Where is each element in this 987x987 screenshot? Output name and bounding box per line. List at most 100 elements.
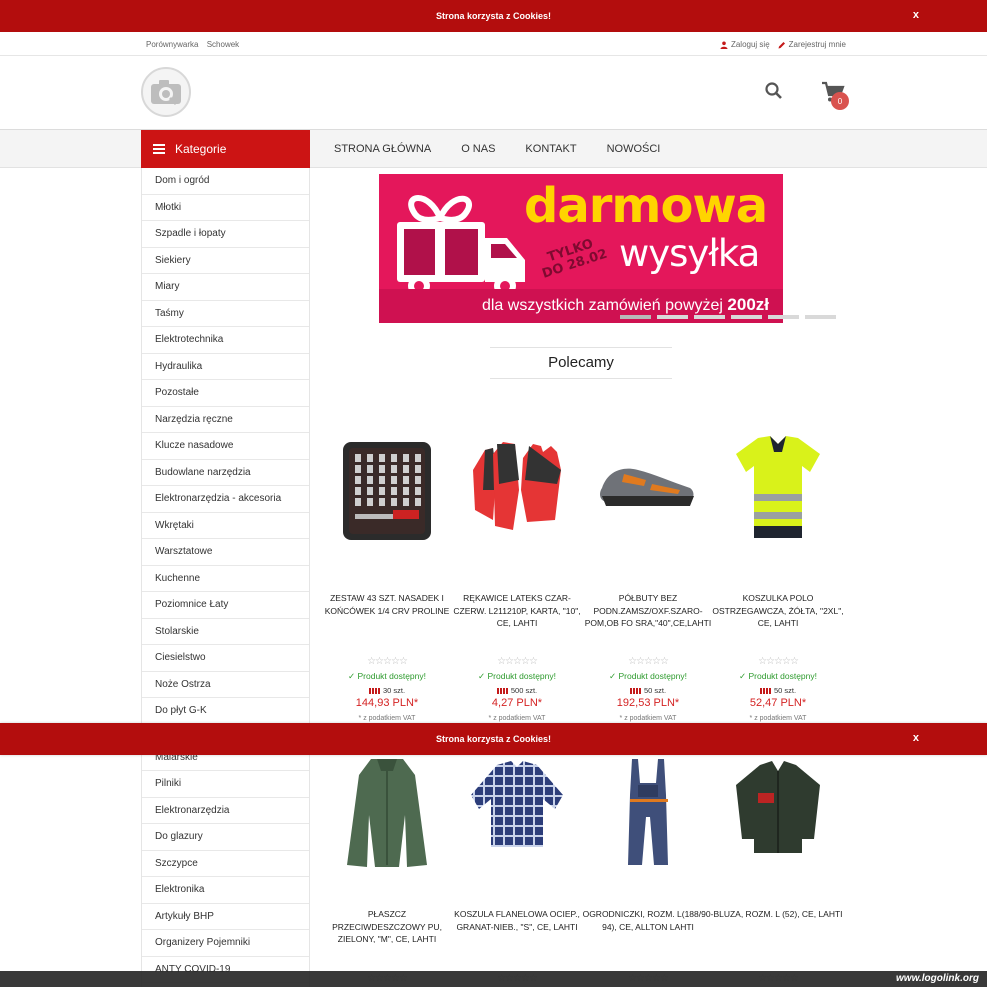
- sidebar-category-item[interactable]: Narzędzia ręczne: [142, 407, 309, 433]
- sidebar-category-item[interactable]: Ciesielstwo: [142, 645, 309, 672]
- product-name[interactable]: OGRODNICZKI, ROZM. L(188/90-94), CE, ALL…: [582, 908, 714, 933]
- compare-link[interactable]: Porównywarka: [146, 40, 198, 49]
- product-card[interactable]: PŁASZCZ PRZECIWDESZCZOWY PU, ZIELONY, "M…: [325, 755, 449, 984]
- sidebar-category-item[interactable]: Warsztatowe: [142, 539, 309, 566]
- sidebar-category-item[interactable]: Siekiery: [142, 248, 309, 274]
- sidebar-category-item[interactable]: Hydraulika: [142, 354, 309, 380]
- stock-level: 50 szt.: [716, 686, 840, 695]
- product-price: 144,93 PLN*: [355, 697, 419, 709]
- sidebar-category-item[interactable]: Szpadle i łopaty: [142, 221, 309, 248]
- sidebar-category-item[interactable]: Poziomnice Łaty: [142, 592, 309, 619]
- cookie-bar-top: Strona korzysta z Cookies! x: [0, 0, 987, 32]
- nav-about[interactable]: O NAS: [461, 143, 495, 155]
- shop-logo[interactable]: [141, 67, 191, 117]
- product-card[interactable]: ZESTAW 43 SZT. NASADEK I KOŃCÓWEK 1/4 CR…: [325, 430, 449, 722]
- sidebar-category-item[interactable]: Pilniki: [142, 771, 309, 798]
- slide-dot[interactable]: [620, 315, 651, 319]
- sidebar-category-item[interactable]: Elektronarzędzia: [142, 798, 309, 824]
- rating-stars[interactable]: ☆☆☆☆☆: [745, 656, 811, 667]
- cart-count-badge: 0: [831, 92, 849, 110]
- sidebar-category-item[interactable]: Klucze nasadowe: [142, 433, 309, 460]
- sidebar-category-item[interactable]: Noże Ostrza: [142, 672, 309, 698]
- overalls-icon[interactable]: [594, 755, 702, 870]
- cookie-close-button[interactable]: x: [913, 9, 919, 21]
- nav-contact[interactable]: KONTAKT: [525, 143, 576, 155]
- slide-dot[interactable]: [731, 315, 762, 319]
- gift-truck-icon: [397, 195, 525, 297]
- product-card[interactable]: PÓŁBUTY BEZ PODN.ZAMSZ/OXF.SZARO-POM,OB …: [585, 430, 711, 722]
- nav-new[interactable]: NOWOŚCI: [607, 143, 661, 155]
- promo-banner[interactable]: darmowa wysyłka TYLKO DO 28.02 dla wszys…: [379, 174, 783, 323]
- stock-quantity: 500 szt.: [510, 686, 538, 695]
- sidebar-category-item[interactable]: Stolarskie: [142, 619, 309, 645]
- socket-set-icon[interactable]: [333, 430, 441, 545]
- slide-dot[interactable]: [805, 315, 836, 319]
- rating-stars[interactable]: ☆☆☆☆☆: [615, 656, 681, 667]
- login-link[interactable]: Zaloguj się: [720, 40, 770, 49]
- product-name[interactable]: PÓŁBUTY BEZ PODN.ZAMSZ/OXF.SZARO-POM,OB …: [582, 592, 714, 630]
- sidebar-category-item[interactable]: Dom i ogród: [142, 168, 309, 195]
- sidebar-category-item[interactable]: Elektronarzędzia - akcesoria: [142, 486, 309, 513]
- product-card[interactable]: KOSZULKA POLO OSTRZEGAWCZA, ŻÓŁTA, "2XL"…: [712, 430, 844, 722]
- sidebar-category-item[interactable]: Elektrotechnika: [142, 327, 309, 354]
- categories-toggle[interactable]: Kategorie: [141, 130, 310, 168]
- product-name[interactable]: RĘKAWICE LATEKS CZAR-CZERW. L211210P, KA…: [451, 592, 583, 630]
- sidebar-category-item[interactable]: Miary: [142, 274, 309, 301]
- sidebar-category-item[interactable]: Do glazury: [142, 824, 309, 851]
- stock-quantity: 50 szt.: [643, 686, 667, 695]
- watermark-text: www.logolink.org: [896, 973, 979, 984]
- availability-text: Produkt dostępny!: [748, 671, 817, 681]
- polo-shirt-icon[interactable]: [724, 430, 832, 545]
- sidebar-category-item[interactable]: Taśmy: [142, 301, 309, 327]
- nav-home[interactable]: STRONA GŁÓWNA: [334, 143, 431, 155]
- product-card[interactable]: OGRODNICZKI, ROZM. L(188/90-94), CE, ALL…: [583, 755, 713, 984]
- availability-text: Produkt dostępny!: [618, 671, 687, 681]
- search-button[interactable]: [763, 80, 785, 102]
- shoe-icon[interactable]: [594, 430, 702, 545]
- gloves-icon[interactable]: [463, 430, 571, 545]
- sidebar-category-item[interactable]: Szczypce: [142, 851, 309, 877]
- watermark-bar: www.logolink.org: [0, 971, 987, 987]
- sidebar-category-item[interactable]: Kuchenne: [142, 566, 309, 592]
- sidebar-category-item[interactable]: Artykuły BHP: [142, 904, 309, 930]
- clipboard-link[interactable]: Schowek: [207, 40, 239, 49]
- login-label: Zaloguj się: [730, 40, 770, 49]
- availability-text: Produkt dostępny!: [357, 671, 426, 681]
- product-name[interactable]: KOSZULKA POLO OSTRZEGAWCZA, ŻÓŁTA, "2XL"…: [712, 592, 844, 630]
- product-card[interactable]: KOSZULA FLANELOWA OCIEP., GRANAT-NIEB., …: [454, 755, 580, 984]
- product-price: 192,53 PLN*: [616, 697, 680, 709]
- banner-headline: darmowa: [524, 178, 768, 234]
- product-card[interactable]: RĘKAWICE LATEKS CZAR-CZERW. L211210P, KA…: [453, 430, 581, 722]
- slide-dot[interactable]: [657, 315, 688, 319]
- stock-bar-icon: [368, 688, 381, 694]
- register-link[interactable]: Zarejestruj mnie: [778, 40, 846, 49]
- product-card[interactable]: BLUZA, ROZM. L (52), CE, LAHTI☆☆☆☆☆: [713, 755, 843, 984]
- product-name[interactable]: PŁASZCZ PRZECIWDESZCZOWY PU, ZIELONY, "M…: [321, 908, 453, 946]
- raincoat-icon[interactable]: [333, 755, 441, 870]
- product-name[interactable]: ZESTAW 43 SZT. NASADEK I KOŃCÓWEK 1/4 CR…: [321, 592, 453, 617]
- slide-dot[interactable]: [768, 315, 799, 319]
- banner-footer-text: dla wszystkich zamówień powyżej: [481, 297, 723, 314]
- sidebar-category-item[interactable]: Budowlane narzędzia: [142, 460, 309, 486]
- sidebar-category-item[interactable]: Elektronika: [142, 877, 309, 904]
- pencil-icon: [778, 41, 785, 48]
- jacket-icon[interactable]: [724, 755, 832, 870]
- sidebar-category-item[interactable]: Pozostałe: [142, 380, 309, 407]
- rating-stars[interactable]: ☆☆☆☆☆: [354, 656, 420, 667]
- slide-dot[interactable]: [694, 315, 725, 319]
- sidebar-category-item[interactable]: Do płyt G-K: [142, 698, 309, 725]
- product-name[interactable]: KOSZULA FLANELOWA OCIEP., GRANAT-NIEB., …: [451, 908, 583, 933]
- availability-status: ✓ Produkt dostępny!: [455, 671, 579, 682]
- rating-stars[interactable]: ☆☆☆☆☆: [484, 656, 550, 667]
- product-name[interactable]: BLUZA, ROZM. L (52), CE, LAHTI: [712, 908, 844, 921]
- user-icon: [720, 41, 728, 49]
- cookie-close-button[interactable]: x: [913, 732, 919, 744]
- stock-level: 30 szt.: [325, 686, 449, 695]
- vat-note: * z podatkiem VAT: [749, 715, 807, 722]
- sidebar-category-item[interactable]: Wkrętaki: [142, 513, 309, 539]
- flannel-shirt-icon[interactable]: [463, 755, 571, 870]
- stock-quantity: 50 szt.: [773, 686, 797, 695]
- sidebar-category-item[interactable]: Młotki: [142, 195, 309, 221]
- banner-date-badge: TYLKO DO 28.02: [536, 234, 609, 281]
- sidebar-category-item[interactable]: Organizery Pojemniki: [142, 930, 309, 957]
